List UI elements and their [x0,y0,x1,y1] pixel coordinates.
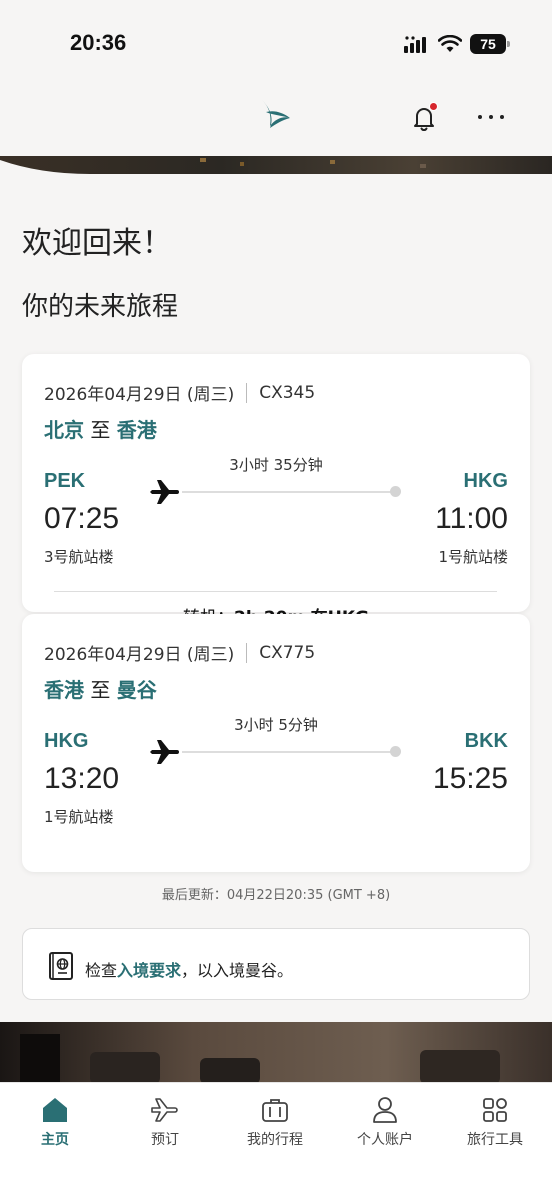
user-icon [373,1097,397,1123]
entry-requirements-banner[interactable]: 检查入境要求，以入境曼谷。 [22,928,530,1000]
tab-travel-tools[interactable]: 旅行工具 [440,1083,550,1163]
signal-icon [404,36,426,53]
more-menu-button[interactable] [474,102,508,132]
status-bar: 20:36 75 [0,0,552,80]
suitcase-icon [262,1099,288,1122]
home-icon [43,1098,67,1122]
tab-label: 旅行工具 [467,1132,523,1148]
last-updated: 最后更新：04月22日20:35 (GMT +8) [161,888,391,903]
origin-code: PEK [44,470,86,492]
tab-label: 个人账户 [357,1132,413,1148]
flight-route: 北京 至 香港 [44,414,157,443]
origin-city: 北京 [44,418,84,442]
arrival-dot [390,746,401,757]
bottom-tab-bar: 主页 预订 我的行程 个人账户 旅行工具 [0,1082,552,1200]
flight-card[interactable]: 2026年04月29日 (周三) CX345 北京 至 香港 3小时 35分钟 … [22,354,530,612]
entry-prefix: 检查 [85,961,118,980]
cathay-logo [262,100,290,128]
route-connector: 至 [90,418,111,442]
divider [246,642,248,663]
arrival-time: 11:00 [435,502,508,535]
tab-my-trips[interactable]: 我的行程 [220,1083,330,1163]
upcoming-trips-heading: 你的未来旅程 [22,292,179,322]
destination-code: BKK [464,730,508,752]
flight-date-row: 2026年04月29日 (周三) CX345 [44,380,315,405]
flight-progress-line [182,491,392,493]
departure-time: 07:25 [44,502,120,535]
departure-terminal: 1号航站楼 [44,808,114,826]
entry-requirements-link[interactable]: 入境要求 [117,961,181,980]
status-time: 20:36 [70,30,127,55]
entry-requirements-text: 检查入境要求，以入境曼谷。 [85,957,293,981]
flight-card[interactable]: 2026年04月29日 (周三) CX775 香港 至 曼谷 3小时 5分钟 H… [22,614,530,872]
flight-progress-line [182,751,392,753]
promo-image[interactable] [0,1022,552,1084]
welcome-heading: 欢迎回来！ [22,226,172,261]
flight-date: 2026年04月29日 (周三) [44,645,235,665]
tab-label: 主页 [41,1132,69,1148]
entry-suffix: ，以入境曼谷。 [181,961,294,980]
tab-booking[interactable]: 预订 [110,1083,220,1163]
origin-code: HKG [44,730,89,752]
departure-terminal: 3号航站楼 [44,548,114,566]
hero-image [0,156,552,176]
tab-home[interactable]: 主页 [0,1083,110,1163]
divider [54,591,497,592]
origin-city: 香港 [44,678,84,702]
flight-date: 2026年04月29日 (周三) [44,385,235,405]
passport-icon [49,952,73,980]
flight-number: CX775 [259,642,316,663]
destination-city: 香港 [116,418,157,442]
tab-label: 预订 [151,1132,179,1148]
plane-icon [150,740,179,764]
flight-route: 香港 至 曼谷 [44,674,157,703]
divider [246,382,248,403]
arrival-terminal: 1号航站楼 [438,548,508,566]
plane-icon [150,480,179,504]
flight-date-row: 2026年04月29日 (周三) CX775 [44,640,315,665]
arrival-dot [390,486,401,497]
notification-bell-button[interactable] [408,102,440,134]
grid-icon [483,1098,507,1122]
flight-number: CX345 [259,382,316,403]
plane-icon [151,1098,178,1122]
destination-code: HKG [463,470,508,492]
flight-duration: 3小时 35分钟 [229,456,323,474]
battery-indicator: 75 [470,34,510,54]
destination-city: 曼谷 [116,678,157,702]
status-icons: 75 [404,34,510,54]
wifi-icon [438,35,462,52]
app-header [0,80,552,156]
tab-label: 我的行程 [247,1132,303,1148]
departure-time: 13:20 [44,762,120,795]
arrival-time: 15:25 [432,762,508,795]
tab-account[interactable]: 个人账户 [330,1083,440,1163]
route-connector: 至 [90,678,111,702]
notification-dot [429,102,438,111]
more-icon [478,115,504,119]
flight-duration: 3小时 5分钟 [234,716,318,734]
